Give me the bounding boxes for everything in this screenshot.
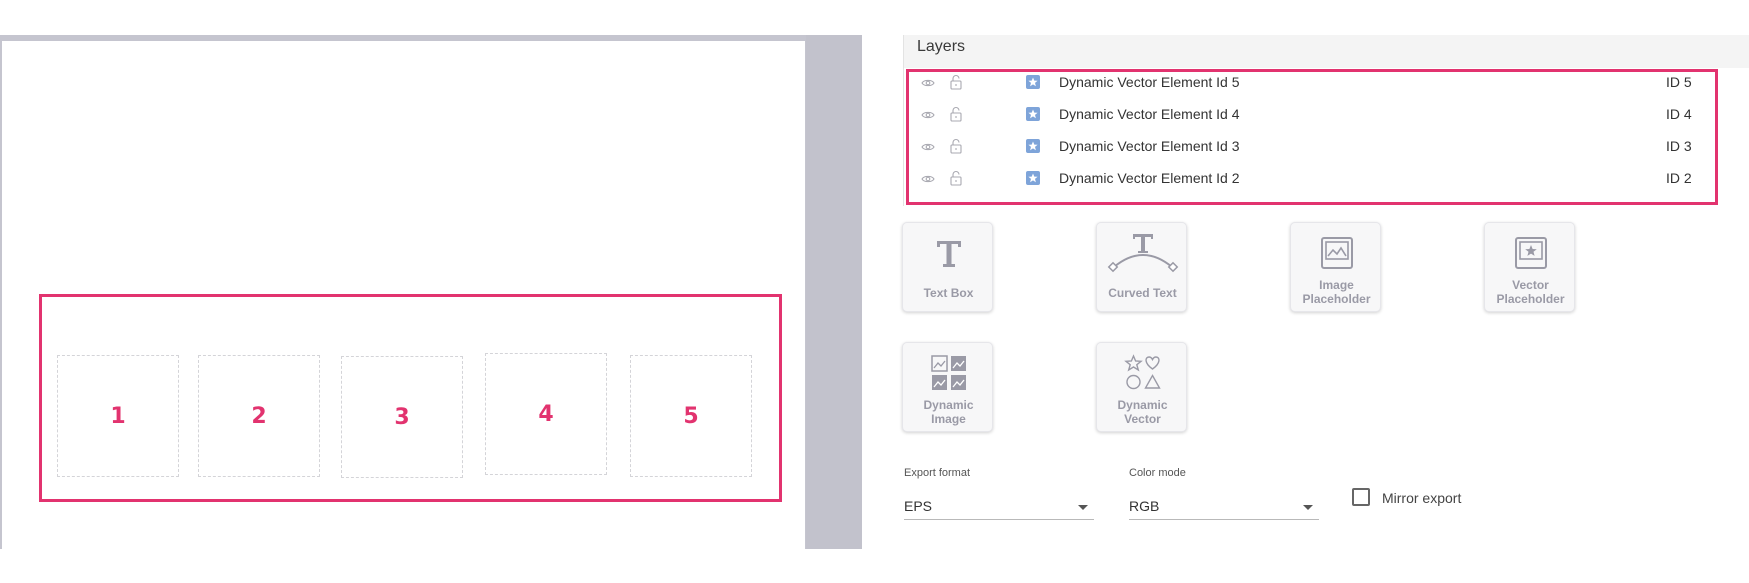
curved-text-icon [1107,234,1178,273]
layers-selection-outline [906,69,1718,205]
layers-header [903,35,1749,68]
tool-label: Image [1319,278,1354,292]
slot-number: 4 [538,401,554,427]
vector-placeholder-icon [1514,237,1547,269]
text-box-tool-button[interactable]: Text Box [902,222,993,312]
dynamic-image-icon [930,355,966,390]
color-mode-select[interactable]: RGB [1129,493,1319,520]
color-mode-label: Color mode [1129,467,1186,479]
color-mode-value: RGB [1129,498,1160,514]
tool-label: Dynamic [923,398,974,412]
mirror-export-label[interactable]: Mirror export [1382,490,1461,506]
dynamic-vector-shapes-icon [1123,354,1161,390]
dynamic-vector-slot-3[interactable]: 3 [341,356,463,478]
export-format-value: EPS [904,498,933,514]
tool-label: Placeholder [1496,292,1565,306]
image-placeholder-icon [1320,237,1353,269]
export-format-label: Export format [904,467,971,479]
dynamic-vector-slot-4[interactable]: 4 [485,353,607,475]
slot-number: 3 [394,404,410,430]
panel-gutter [862,35,872,549]
tool-label: Image [931,412,966,426]
image-placeholder-tool-button[interactable]: Image Placeholder [1290,222,1381,312]
slot-number: 2 [251,403,267,429]
dynamic-vector-tool-button[interactable]: Dynamic Vector [1096,342,1187,432]
chevron-down-icon [1078,505,1088,510]
tool-label: Dynamic [1117,398,1168,412]
canvas-scrollbar-track[interactable] [806,35,862,549]
tool-label: Vector [1512,278,1549,292]
curved-text-tool-button[interactable]: Curved Text [1096,222,1187,312]
layers-title: Layers [917,38,966,55]
slot-number: 5 [683,403,699,429]
chevron-down-icon [1303,505,1313,510]
tool-label: Placeholder [1302,292,1371,306]
mirror-export-checkbox[interactable] [1352,488,1370,506]
vector-placeholder-tool-button[interactable]: Vector Placeholder [1484,222,1575,312]
tool-label: Vector [1124,412,1161,426]
tool-label: Curved Text [1108,286,1177,300]
slot-number: 1 [110,403,126,429]
dynamic-vector-slot-5[interactable]: 5 [630,355,752,477]
dynamic-image-tool-button[interactable]: Dynamic Image [902,342,993,432]
dynamic-vector-slot-1[interactable]: 1 [57,355,179,477]
dynamic-vector-slot-2[interactable]: 2 [198,355,320,477]
text-t-icon [936,241,961,267]
export-format-select[interactable]: EPS [904,493,1094,520]
tool-label: Text Box [923,286,974,300]
artboard-edge [0,35,2,549]
